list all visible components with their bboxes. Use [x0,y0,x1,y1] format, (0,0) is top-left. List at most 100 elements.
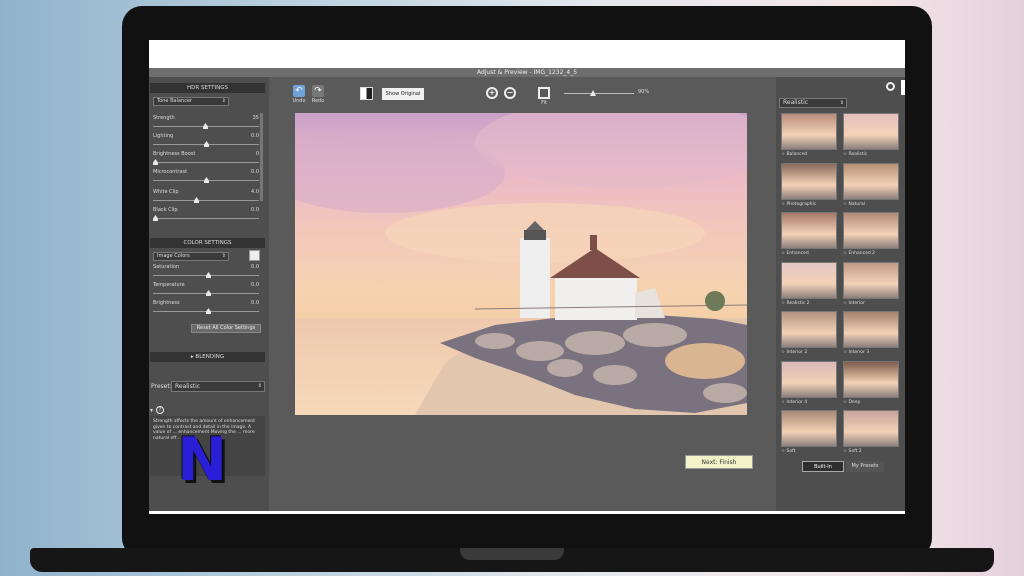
tab-my-presets[interactable]: My Presets [846,461,884,472]
preset-name: Interior 3 [848,350,870,355]
preset-thumbnail[interactable]: ☆ Realistic [843,113,899,161]
zoom-value: 90% [638,89,650,95]
slider-microcontrast[interactable]: Microcontrast 0.0 [153,169,259,185]
tone-mode-dropdown[interactable]: Tone Balancer ⇕ [153,97,229,106]
tab-built-in[interactable]: Built-In [802,461,844,472]
redo-button[interactable]: ↷ Redo [311,85,325,104]
chevron-down-icon: ⇕ [839,100,844,106]
preset-thumbnail[interactable]: ☆ Deep [843,360,899,409]
preset-thumbnail[interactable]: ☆ Interior 2 [781,311,837,359]
undo-button[interactable]: ↶ Undo [292,85,306,104]
n-logo-watermark: N [177,425,228,495]
slider-track [153,200,259,201]
preset-thumbnail-label: ☆ Realistic [843,152,899,157]
gear-icon[interactable] [886,82,895,91]
slider-thumb[interactable] [206,308,211,314]
slider-brightness[interactable]: Brightness 0.0 [153,300,259,316]
fit-label: Fit [541,100,547,106]
preset-thumbnail-label: ☆ Soft 2 [843,449,899,454]
preset-name: Realistic [848,152,868,157]
preset-thumbnail-image [843,212,899,249]
preset-thumbnail-image [843,261,899,299]
preset-thumbnail[interactable]: ☆ Soft [781,410,837,458]
preset-thumbnail[interactable]: ☆ Realistic 2 [781,261,837,310]
slider-thumb[interactable] [203,123,208,129]
preset-thumbnail[interactable]: ☆ Interior 3 [843,311,899,359]
slider-value: 35 [252,115,259,121]
reset-color-settings-button[interactable]: Reset All Color Settings [191,324,261,333]
preset-value: Realistic [175,383,201,390]
slider-lighting[interactable]: Lighting 0.0 [153,133,259,149]
slider-value: 0.0 [251,169,259,175]
window-title: Adjust & Preview - IMG_1232_4_5 [149,68,905,77]
preset-thumbnail[interactable]: ☆ Photographic [781,162,837,211]
tone-mode-value: Tone Balancer [157,98,193,104]
preset-thumbnail[interactable]: ☆ Interior [843,261,899,310]
fit-button[interactable]: Fit [537,87,551,106]
color-mode-dropdown[interactable]: Image Colors ⇕ [153,252,229,261]
preset-thumbnail[interactable]: ☆ Balanced [781,113,837,161]
hdr-scrollbar[interactable] [260,113,263,201]
zoom-slider-track[interactable] [564,93,634,94]
slider-thumb[interactable] [206,290,211,296]
slider-label: White Clip [153,189,179,195]
preset-thumbnail-image [781,212,837,249]
slider-label: Brightness Boost [153,151,196,157]
preset-name: Interior 4 [786,399,808,405]
preset-name: Interior [848,300,865,306]
preset-name: Realistic 2 [786,300,810,306]
preset-thumbnail-label: ☆ Interior 3 [843,350,899,355]
preset-name: Deep [848,399,861,405]
preset-thumbnail[interactable]: ☆ Natural [843,162,899,211]
slider-brightness-boost[interactable]: Brightness Boost 0 [153,151,259,167]
slider-strength[interactable]: Strength 35 [153,115,259,131]
next-finish-button[interactable]: Next: Finish [685,455,753,469]
preset-thumbnail-label: ☆ Enhanced [781,251,837,256]
lighthouse-photo [295,113,747,415]
slider-black-clip[interactable]: Black Clip 0.0 [153,207,259,223]
color-mode-value: Image Colors [157,253,190,259]
preset-thumbnail-label: ☆ Interior 2 [781,350,837,355]
slider-label: Saturation [153,264,180,270]
zoom-in-icon[interactable]: + [486,87,498,99]
preset-name: Natural [848,201,866,207]
fit-icon [538,87,550,99]
preset-thumbnail-image [843,113,899,150]
slider-saturation[interactable]: Saturation 0.0 [153,264,259,280]
slider-value: 0.0 [251,264,259,270]
slider-white-clip[interactable]: White Clip 4.0 [153,189,259,205]
preset-thumbnail-image [843,410,899,447]
slider-temperature[interactable]: Temperature 0.0 [153,282,259,298]
blending-header[interactable]: ▸ BLENDING [150,352,265,362]
slider-thumb[interactable] [204,177,209,183]
compare-icon[interactable] [360,87,373,100]
preset-thumbnail[interactable]: ☆ Enhanced 2 [843,212,899,260]
preset-label: Preset: [151,383,172,390]
slider-thumb[interactable] [206,272,211,278]
preset-thumbnail-label: ☆ Realistic 2 [781,301,837,306]
chevron-down-icon: ⇕ [221,98,226,104]
preset-thumbnail-label: ☆ Enhanced 2 [843,251,899,256]
eyedropper-icon[interactable] [249,250,260,261]
show-original-button[interactable]: Show Original [382,88,424,100]
slider-thumb[interactable] [204,141,209,147]
preset-thumbnail[interactable]: ☆ Soft 2 [843,410,899,458]
slider-label: Temperature [153,282,185,288]
preset-thumbnail[interactable]: ☆ Enhanced [781,212,837,260]
collapse-icon[interactable]: ▾ [150,407,153,414]
slider-thumb[interactable] [194,197,199,203]
preset-name: Enhanced [786,251,809,256]
preset-thumbnail-image [843,162,899,200]
preset-thumbnail-image [781,360,837,398]
preset-thumbnail-label: ☆ Interior [843,301,899,306]
laptop-screen: Adjust & Preview - IMG_1232_4_5 HDR SETT… [149,40,905,514]
zoom-out-icon[interactable]: − [504,87,516,99]
slider-thumb[interactable] [153,215,158,221]
preset-category-dropdown[interactable]: Realistic ⇕ [779,98,847,108]
preset-dropdown[interactable]: Realistic ⇕ [171,381,265,392]
slider-thumb[interactable] [153,159,158,165]
help-icon[interactable]: ? [156,406,164,414]
preset-thumbnail[interactable]: ☆ Interior 4 [781,360,837,409]
preset-name: Enhanced 2 [848,251,876,256]
preset-thumbnail-image [781,311,837,348]
